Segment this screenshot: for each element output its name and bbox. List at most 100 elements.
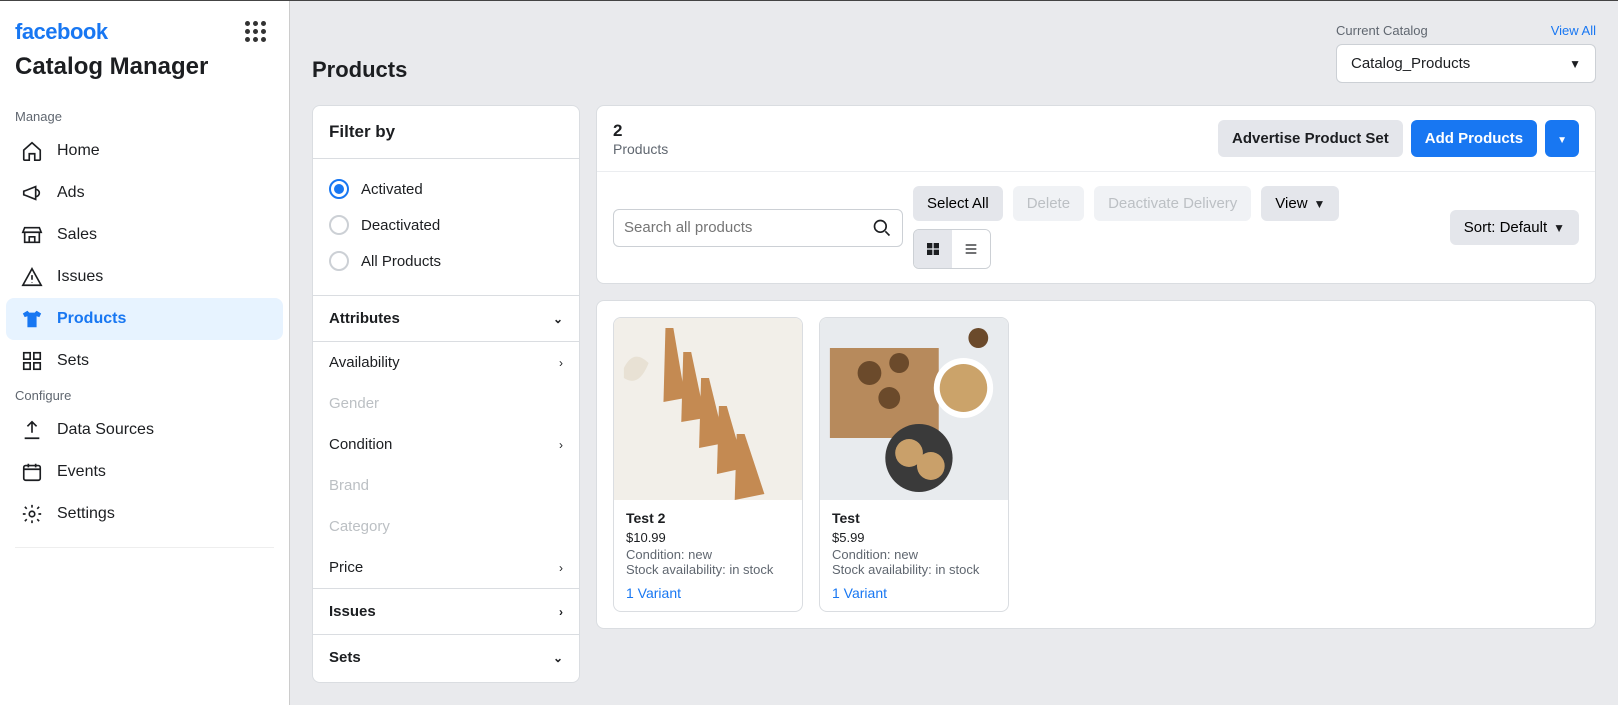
attribute-brand: Brand xyxy=(313,465,579,506)
upload-icon xyxy=(21,419,43,441)
gear-icon xyxy=(21,503,43,525)
attribute-price[interactable]: Price › xyxy=(313,547,579,589)
filter-title: Filter by xyxy=(313,106,579,159)
select-all-button[interactable]: Select All xyxy=(913,186,1003,221)
sidebar-item-label: Sales xyxy=(57,226,97,244)
page-title: Products xyxy=(312,57,407,83)
view-dropdown[interactable]: View▼ xyxy=(1261,186,1339,221)
attributes-title: Attributes xyxy=(329,310,400,327)
sets-icon xyxy=(21,350,43,372)
chevron-down-icon: ▼ xyxy=(1557,135,1567,146)
attribute-label: Condition xyxy=(329,436,392,453)
sort-dropdown[interactable]: Sort: Default▼ xyxy=(1450,210,1579,245)
sidebar-item-data-sources[interactable]: Data Sources xyxy=(6,409,283,451)
apps-icon[interactable] xyxy=(245,21,267,43)
sidebar-item-label: Sets xyxy=(57,352,89,370)
products-grid-card: Test 2 $10.99 Condition: new Stock avail… xyxy=(596,300,1596,629)
product-variant-link[interactable]: 1 Variant xyxy=(626,585,790,601)
chevron-right-icon: › xyxy=(559,605,563,619)
attribute-condition[interactable]: Condition › xyxy=(313,424,579,465)
section-label-manage: Manage xyxy=(0,103,289,130)
add-products-button[interactable]: Add Products xyxy=(1411,120,1537,157)
product-price: $10.99 xyxy=(626,530,790,545)
chevron-right-icon: › xyxy=(559,438,563,452)
sidebar-item-sales[interactable]: Sales xyxy=(6,214,283,256)
chevron-down-icon: ⌄ xyxy=(553,651,563,665)
attributes-header[interactable]: Attributes ⌄ xyxy=(313,296,579,342)
radio-icon xyxy=(329,215,349,235)
filter-radio-deactivated[interactable]: Deactivated xyxy=(329,207,563,243)
grid-icon xyxy=(925,241,941,257)
product-stock: Stock availability: in stock xyxy=(832,562,996,577)
catalog-select[interactable]: Catalog_Products ▼ xyxy=(1336,44,1596,83)
product-condition: Condition: new xyxy=(832,547,996,562)
delete-button: Delete xyxy=(1013,186,1084,221)
sidebar-item-label: Events xyxy=(57,463,106,481)
sidebar-item-label: Products xyxy=(57,310,126,328)
sidebar-item-settings[interactable]: Settings xyxy=(6,493,283,535)
search-icon xyxy=(872,218,892,238)
product-name: Test 2 xyxy=(626,510,790,526)
product-name: Test xyxy=(832,510,996,526)
sidebar-item-label: Ads xyxy=(57,184,85,202)
chevron-right-icon: › xyxy=(559,356,563,370)
list-view-button[interactable] xyxy=(952,230,990,268)
radio-label: Deactivated xyxy=(361,217,440,234)
attribute-gender: Gender xyxy=(313,383,579,424)
warning-icon xyxy=(21,266,43,288)
product-card[interactable]: Test 2 $10.99 Condition: new Stock avail… xyxy=(613,317,803,612)
deactivate-button: Deactivate Delivery xyxy=(1094,186,1251,221)
sets-header[interactable]: Sets ⌄ xyxy=(313,635,579,680)
chevron-down-icon: ▼ xyxy=(1569,57,1581,71)
product-thumbnail xyxy=(614,318,802,500)
sidebar-item-label: Issues xyxy=(57,268,103,286)
home-icon xyxy=(21,140,43,162)
list-icon xyxy=(963,241,979,257)
products-count: 2 xyxy=(613,121,668,141)
issues-header[interactable]: Issues › xyxy=(313,589,579,635)
chevron-right-icon: › xyxy=(559,561,563,575)
sidebar-item-sets[interactable]: Sets xyxy=(6,340,283,382)
issues-title: Issues xyxy=(329,603,376,620)
sidebar-item-events[interactable]: Events xyxy=(6,451,283,493)
radio-icon xyxy=(329,251,349,271)
filter-radio-activated[interactable]: Activated xyxy=(329,171,563,207)
megaphone-icon xyxy=(21,182,43,204)
sidebar-item-ads[interactable]: Ads xyxy=(6,172,283,214)
store-icon xyxy=(21,224,43,246)
attribute-label: Availability xyxy=(329,354,400,371)
sort-label: Sort: Default xyxy=(1464,219,1547,236)
view-all-link[interactable]: View All xyxy=(1551,23,1596,38)
filter-panel: Filter by Activated Deactivated All Prod… xyxy=(312,105,580,683)
radio-label: Activated xyxy=(361,181,423,198)
product-condition: Condition: new xyxy=(626,547,790,562)
sidebar-item-products[interactable]: Products xyxy=(6,298,283,340)
attribute-label: Category xyxy=(329,518,390,535)
grid-view-button[interactable] xyxy=(914,230,952,268)
search-input[interactable] xyxy=(624,219,872,236)
app-title: Catalog Manager xyxy=(0,45,289,103)
attribute-label: Brand xyxy=(329,477,369,494)
section-label-configure: Configure xyxy=(0,382,289,409)
products-panel: 2 Products Advertise Product Set Add Pro… xyxy=(596,105,1596,683)
facebook-logo: facebook xyxy=(15,19,108,45)
main: Products Current Catalog View All Catalo… xyxy=(290,1,1618,705)
sets-title: Sets xyxy=(329,649,361,666)
product-card[interactable]: Test $5.99 Condition: new Stock availabi… xyxy=(819,317,1009,612)
products-header-card: 2 Products Advertise Product Set Add Pro… xyxy=(596,105,1596,284)
filter-radio-all[interactable]: All Products xyxy=(329,243,563,279)
attribute-label: Price xyxy=(329,559,363,576)
sidebar-item-home[interactable]: Home xyxy=(6,130,283,172)
radio-icon xyxy=(329,179,349,199)
sidebar-item-label: Home xyxy=(57,142,100,160)
advertise-button[interactable]: Advertise Product Set xyxy=(1218,120,1403,157)
sidebar-item-issues[interactable]: Issues xyxy=(6,256,283,298)
sidebar-item-label: Data Sources xyxy=(57,421,154,439)
chevron-down-icon: ▼ xyxy=(1314,197,1326,211)
product-variant-link[interactable]: 1 Variant xyxy=(832,585,996,601)
divider xyxy=(15,547,274,548)
add-products-menu-button[interactable]: ▼ xyxy=(1545,120,1579,157)
attribute-availability[interactable]: Availability › xyxy=(313,342,579,383)
chevron-down-icon: ⌄ xyxy=(553,312,563,326)
search-input-wrap[interactable] xyxy=(613,209,903,247)
